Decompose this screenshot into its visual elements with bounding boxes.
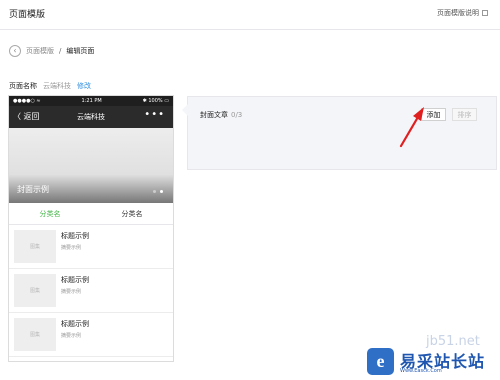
back-arrow-icon[interactable]: ‹ [9,45,21,57]
status-time: 1:21 PM [81,98,102,104]
breadcrumb-parent[interactable]: 页面模版 [26,46,54,56]
article-title: 标题示例 [61,276,89,284]
breadcrumb: ‹ 页面模版 / 编辑页面 [9,44,94,58]
carousel-dots [153,190,163,193]
help-link-label: 页面模版说明 [437,9,479,17]
breadcrumb-current: 编辑页面 [66,47,95,55]
article-summary: 摘要示例 [61,289,82,295]
page-title: 页面模版 [9,10,46,20]
page-name-row: 页面名称 云端科技 修改 [9,81,91,91]
page-name-label: 页面名称 [9,82,37,90]
article-title: 标题示例 [61,320,89,328]
article-title: 标题示例 [61,232,89,240]
more-icon[interactable]: ••• [144,109,165,120]
page-name-edit-link[interactable]: 修改 [77,81,91,91]
battery-icon: ✱ 100% ▭ [142,98,169,104]
panel-pointer [182,104,188,116]
phone-status-bar: ●●●●○ ≈ 1:21 PM ✱ 100% ▭ [9,96,173,106]
article-thumbnail: 图集 [14,274,56,307]
article-summary: 摘要示例 [61,333,82,339]
cover-articles-title: 封面文章 [200,111,228,119]
phone-nav-bar: 〈 返回 云端科技 ••• [9,106,173,128]
cover-articles-panel: 封面文章 0/3 添加 排序 [182,96,497,170]
template-help-link[interactable]: 页面模版说明 [437,8,488,18]
signal-icon: ●●●●○ ≈ [13,98,41,104]
article-item[interactable]: 图集 标题示例 摘要示例 [9,225,173,269]
page-name-value: 云端科技 [43,82,71,90]
article-thumbnail: 图集 [14,230,56,263]
category-tabs: 分类名 分类名 [9,203,173,225]
page-header: 页面模版 页面模版说明 [0,0,500,30]
carousel-dot-active [160,190,163,193]
category-tab-1[interactable]: 分类名 [9,203,91,224]
cover-banner[interactable]: 封面示例 [9,128,173,203]
phone-preview: ●●●●○ ≈ 1:21 PM ✱ 100% ▭ 〈 返回 云端科技 ••• 封… [8,95,174,362]
watermark-subtitle: Www.Easck.Com [400,368,442,374]
cover-articles-label: 封面文章 0/3 [200,110,242,120]
breadcrumb-separator: / [59,47,62,55]
sort-button[interactable]: 排序 [452,108,477,121]
watermark-logo-icon: e [367,348,394,375]
article-thumbnail: 图集 [14,318,56,351]
external-link-icon [482,10,488,16]
article-summary: 摘要示例 [61,245,82,251]
watermark-url: jb51.net [426,334,480,349]
article-item[interactable]: 图集 标题示例 摘要示例 [9,313,173,357]
category-tab-2[interactable]: 分类名 [91,203,173,224]
add-button[interactable]: 添加 [421,108,446,121]
carousel-dot [153,190,156,193]
cover-text: 封面示例 [17,185,49,194]
cover-articles-count: 0/3 [231,111,243,119]
article-item[interactable]: 图集 标题示例 摘要示例 [9,269,173,313]
